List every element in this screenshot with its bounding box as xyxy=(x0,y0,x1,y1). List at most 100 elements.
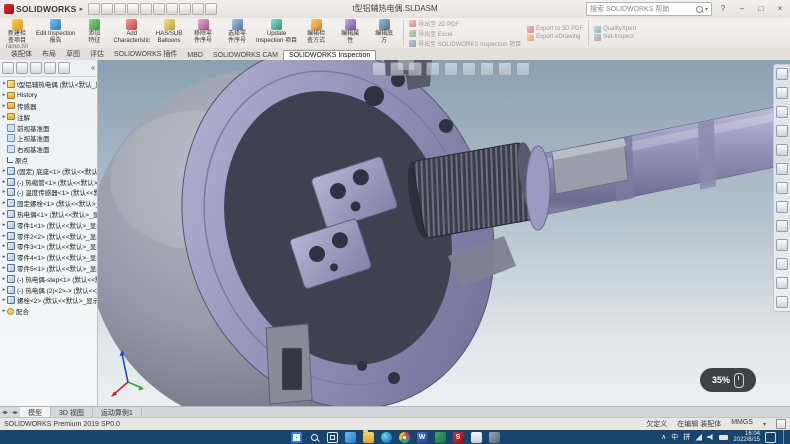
ribbon-quality-item[interactable]: Net-Inspect xyxy=(594,34,636,41)
select-icon[interactable] xyxy=(166,3,178,15)
new-file-icon[interactable] xyxy=(88,3,100,15)
help-search-input[interactable]: 搜索 SOLIDWORKS 帮助 ▾ xyxy=(586,2,712,16)
command-tab[interactable]: 评估 xyxy=(85,48,109,60)
feature-tree-item[interactable]: ▸ History xyxy=(1,90,97,101)
dimxpert-tab-icon[interactable] xyxy=(44,62,56,74)
ribbon-button[interactable]: Edit Inspection 报告 xyxy=(34,18,77,48)
command-tab[interactable]: MBD xyxy=(182,51,208,60)
feature-tree-item[interactable]: ▸ 热电偶<1> (默认<<默认>_显示状态>) xyxy=(1,209,97,220)
configurationmanager-tab-icon[interactable] xyxy=(30,62,42,74)
collapse-pane-icon[interactable] xyxy=(776,68,788,80)
feature-tree-item[interactable]: ▸ 配合 xyxy=(1,306,97,317)
close-button[interactable]: × xyxy=(772,2,788,16)
custom-properties-tag-icon[interactable] xyxy=(776,419,786,429)
solidworks-forum-icon[interactable] xyxy=(776,201,788,213)
view-settings-icon[interactable] xyxy=(516,62,530,76)
office-excel-icon[interactable] xyxy=(435,432,446,443)
feature-tree-item[interactable]: ▸ 固定螺栓<1> (默认<<默认>_显示状态>) xyxy=(1,198,97,209)
command-tab[interactable]: SOLIDWORKS 插件 xyxy=(109,48,182,60)
help-button[interactable]: ? xyxy=(715,2,731,16)
command-tab[interactable]: SOLIDWORKS CAM xyxy=(208,51,283,60)
feature-tree-item[interactable]: ▸ (-) 热电偶-step<1> (默认<<默认>_显示状态>) xyxy=(1,273,97,284)
edit-appearance-icon[interactable] xyxy=(498,62,512,76)
displaymanager-tab-icon[interactable] xyxy=(58,62,70,74)
ribbon-quality-item[interactable]: QualityXpert xyxy=(594,26,636,33)
network-icon[interactable] xyxy=(695,434,702,441)
notification-center-icon[interactable] xyxy=(765,432,776,443)
save-icon[interactable] xyxy=(114,3,126,15)
zoom-area-icon[interactable] xyxy=(390,62,404,76)
ribbon-button[interactable]: 移除零 件序号 xyxy=(186,18,220,48)
ribbon-button[interactable]: 选择零 件序号 xyxy=(220,18,254,48)
feature-tree-item[interactable]: ▸ 螺栓<2> (默认<<默认>_显示状态>) xyxy=(1,295,97,306)
ribbon-export-item[interactable]: 导出至 SOLIDWORKS Inspection 项目 xyxy=(409,39,521,48)
feature-tree-item[interactable]: 右视基准面 xyxy=(1,144,97,155)
edge-icon[interactable] xyxy=(381,432,392,443)
view-orientation-icon[interactable] xyxy=(444,62,458,76)
panel-collapse-chevron[interactable]: « xyxy=(91,65,95,72)
previous-view-icon[interactable] xyxy=(408,62,422,76)
feature-tree-item[interactable]: 前视基准面 xyxy=(1,122,97,133)
undo-icon[interactable] xyxy=(140,3,152,15)
feature-tree-item[interactable]: ▸ 零件4<1> (默认<<默认>_显示状态>) xyxy=(1,252,97,263)
chrome-icon[interactable] xyxy=(399,432,410,443)
appearances-scenes-icon[interactable] xyxy=(776,163,788,175)
feature-tree-item[interactable]: ▸ (固定) 底座<1> (默认<<默认>_显示状态>) xyxy=(1,165,97,176)
task-view-icon[interactable] xyxy=(327,432,338,443)
ribbon-button[interactable]: 编辑底 方 xyxy=(367,18,401,48)
feature-tree-item[interactable]: ▸ 零件1<1> (默认<<默认>_显示状态>) xyxy=(1,219,97,230)
feature-tree-item[interactable]: ▸ (-) 热电偶 (2)<2>-> (默认<<默认>_显示状态>) xyxy=(1,284,97,295)
feature-tree-item[interactable]: ▾ t型铝辅热电偶 (默认<默认_显示状态-1>) xyxy=(1,79,97,90)
ribbon-export-item[interactable]: Export eDrawing xyxy=(527,34,583,41)
ribbon-button[interactable]: 添加 特征 xyxy=(77,18,111,48)
design-library-icon[interactable] xyxy=(776,106,788,118)
start-icon[interactable] xyxy=(291,432,302,443)
file-properties-icon[interactable] xyxy=(192,3,204,15)
minimize-button[interactable]: – xyxy=(734,2,750,16)
display-style-icon[interactable] xyxy=(462,62,476,76)
tray-chevron-icon[interactable]: ∧ xyxy=(661,433,666,441)
solidworks-icon[interactable] xyxy=(453,432,464,443)
language-indicator[interactable]: 中 xyxy=(671,432,678,442)
inspection-results-icon[interactable] xyxy=(776,220,788,232)
widgets-icon[interactable] xyxy=(345,432,356,443)
ime-indicator[interactable]: 拼 xyxy=(683,432,690,442)
options-icon[interactable] xyxy=(205,3,217,15)
custom-properties-icon[interactable] xyxy=(776,182,788,194)
feature-tree-item[interactable]: ▸ 零件3<1> (默认<<默认>_显示状态>) xyxy=(1,241,97,252)
ribbon-button[interactable]: Add Characteristic xyxy=(111,18,152,48)
ribbon-button[interactable]: 新建检 查项目 (amp.hi) xyxy=(0,18,34,48)
show-desktop-button[interactable] xyxy=(783,430,786,444)
notepad-icon[interactable] xyxy=(471,432,482,443)
feature-tree-item[interactable]: ▸ (-) 热缩管<1> (默认<<默认>_显示状态>) xyxy=(1,176,97,187)
search-scope-caret[interactable]: ▾ xyxy=(705,6,708,13)
feature-tree-item[interactable]: ▸ 零件2<2> (默认<<默认>_显示状态>) xyxy=(1,230,97,241)
section-view-icon[interactable] xyxy=(426,62,440,76)
ribbon-button[interactable]: 编辑属 性 xyxy=(333,18,367,48)
maximize-button[interactable]: □ xyxy=(753,2,769,16)
command-tab[interactable]: 草图 xyxy=(61,48,85,60)
search-icon[interactable] xyxy=(309,432,320,443)
ribbon-export-item[interactable]: 导出至 Excel xyxy=(409,29,521,38)
feature-tree-item[interactable]: ▸ (-) 温度传感器<1> (默认<<默认>_显示状态>) xyxy=(1,187,97,198)
rebuild-icon[interactable] xyxy=(179,3,191,15)
print-icon[interactable] xyxy=(127,3,139,15)
feature-tree-item[interactable]: ▸ 注解 xyxy=(1,111,97,122)
battery-icon[interactable] xyxy=(719,435,728,440)
redo-icon[interactable] xyxy=(153,3,165,15)
ribbon-button[interactable]: HAS/SUB Balloons xyxy=(152,18,186,48)
propertymanager-tab-icon[interactable] xyxy=(16,62,28,74)
hide-show-items-icon[interactable] xyxy=(480,62,494,76)
help-pane-icon[interactable] xyxy=(776,296,788,308)
ribbon-button[interactable]: Update Inspection 项目 xyxy=(254,18,299,48)
clock[interactable]: 16:04 2022/8/15 xyxy=(733,431,760,444)
measure-pane-icon[interactable] xyxy=(776,239,788,251)
feature-tree-item[interactable]: 上视基准面 xyxy=(1,133,97,144)
view-palette-icon[interactable] xyxy=(776,144,788,156)
ribbon-export-item[interactable]: 导出至 2D PDF xyxy=(409,19,521,28)
markup-pane-icon[interactable] xyxy=(776,258,788,270)
feature-tree-item[interactable]: 原点 xyxy=(1,155,97,166)
feature-tree-item[interactable]: ▸ 零件5<1> (默认<<默认>_显示状态>) xyxy=(1,263,97,274)
solidworks-resources-icon[interactable] xyxy=(776,87,788,99)
volume-icon[interactable] xyxy=(707,434,714,441)
